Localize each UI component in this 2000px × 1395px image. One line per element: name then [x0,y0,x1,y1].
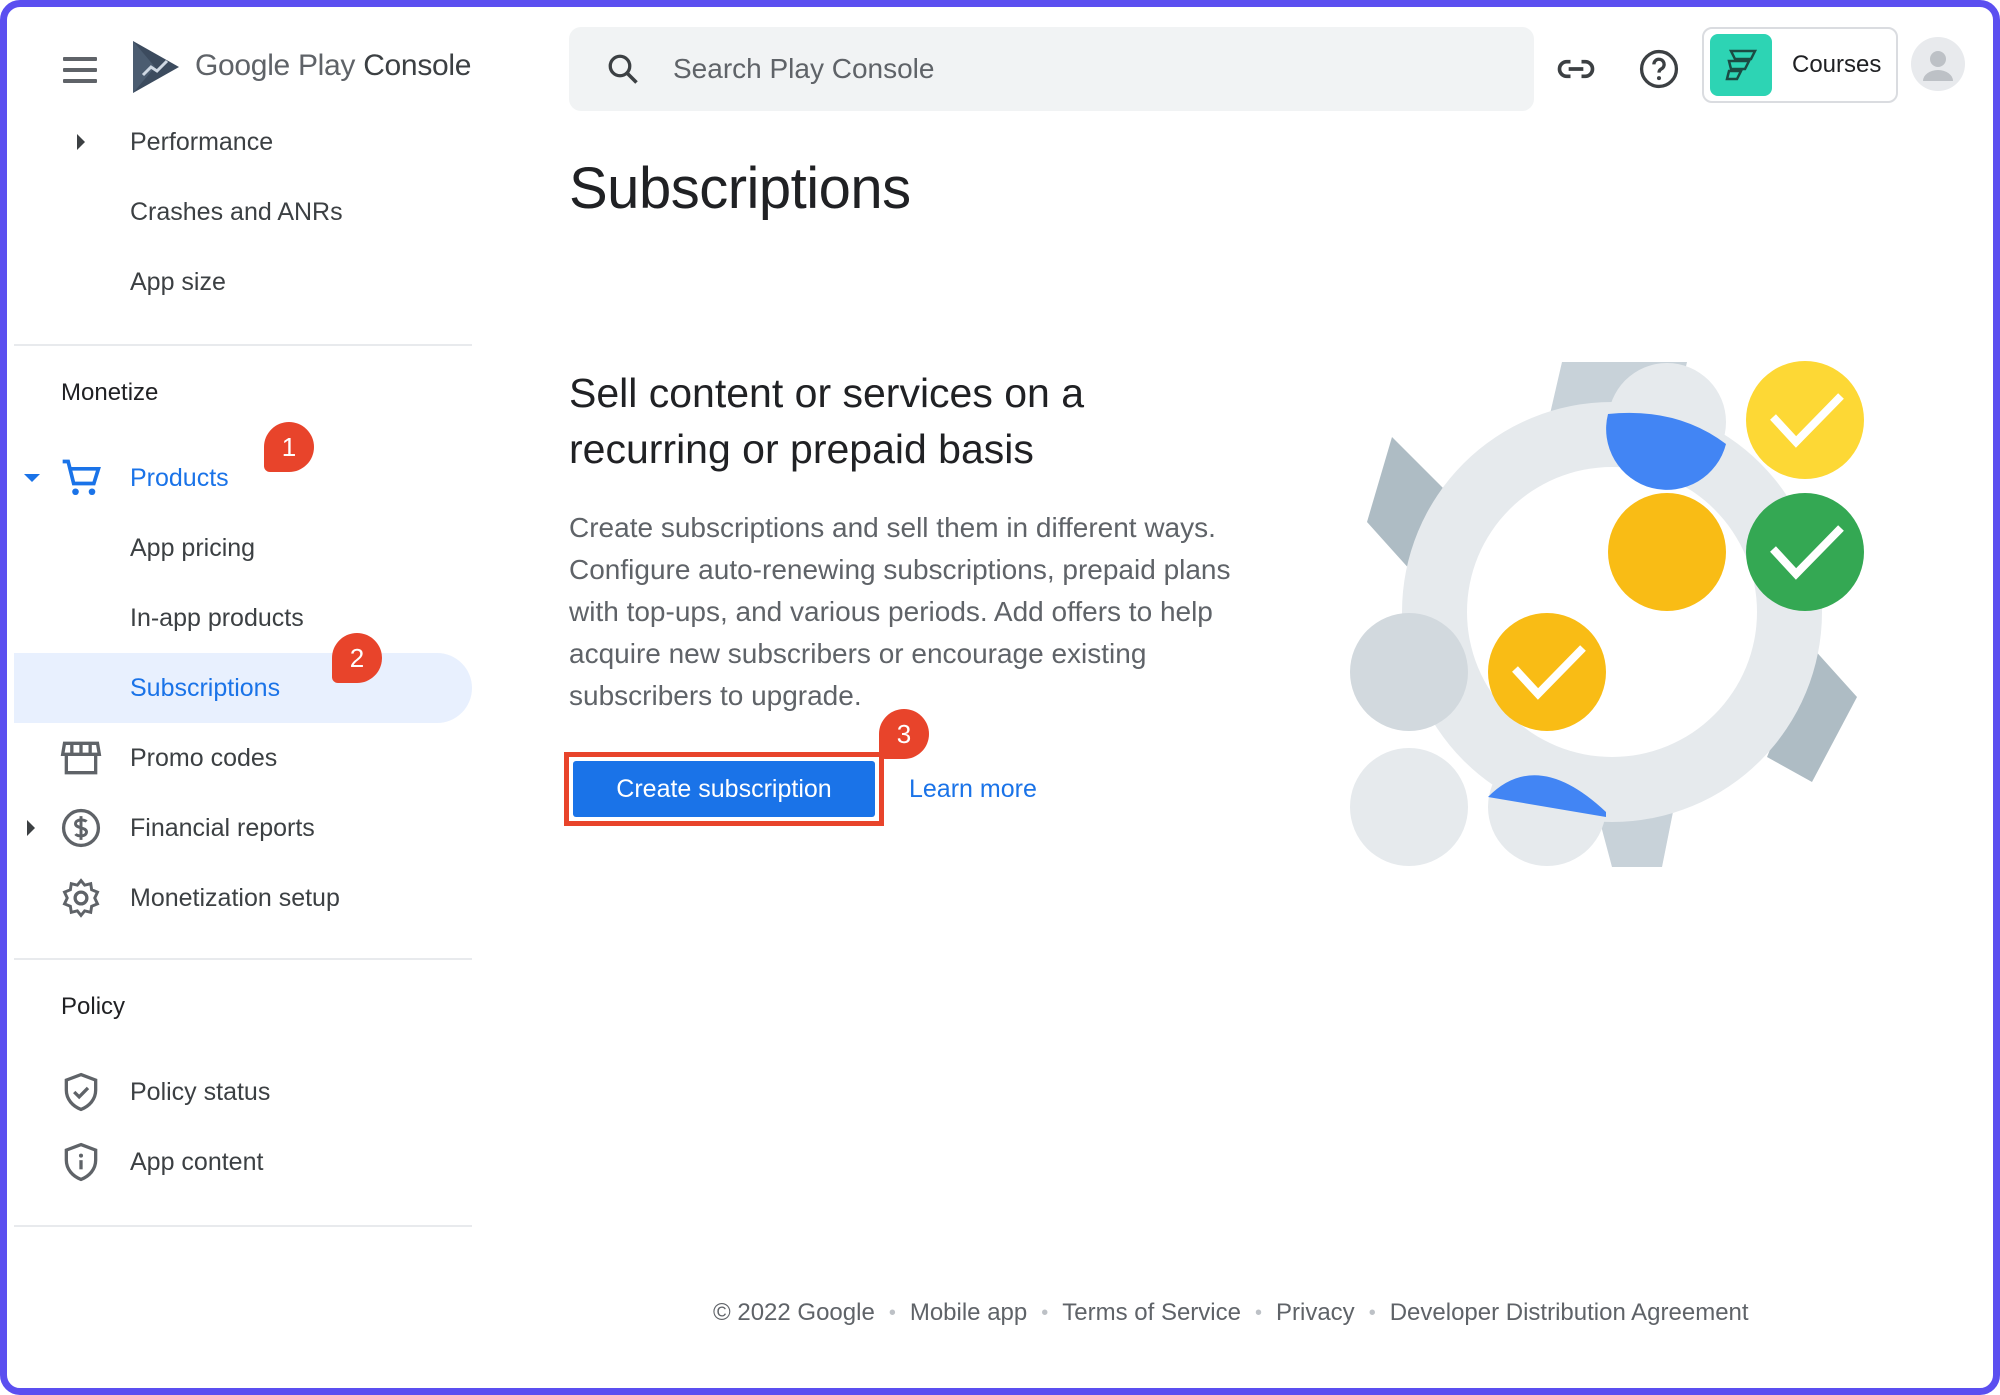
link-icon[interactable] [1554,47,1598,91]
sidebar-item-label: App pricing [130,533,256,562]
section-title-policy: Policy [61,993,126,1020]
account-switcher[interactable]: Courses [1702,27,1898,103]
sidebar-item-label: Policy status [130,1077,271,1106]
shield-info-icon [64,1142,98,1182]
sidebar-item-label: Financial reports [130,813,315,842]
sidebar-item-crashes[interactable]: Crashes and ANRs [7,177,472,247]
search-input[interactable] [671,52,1475,86]
sidebar-item-promo-codes[interactable]: Promo codes [7,723,472,793]
cart-icon [62,459,101,496]
expand-arrow-icon [77,134,85,150]
sidebar-divider [14,1225,472,1227]
sidebar-item-policy-status[interactable]: Policy status [7,1057,472,1127]
sidebar-item-app-pricing[interactable]: App pricing [7,513,472,583]
step-badge-3: 3 [879,709,929,759]
dollar-icon [61,808,101,848]
footer-link-privacy[interactable]: Privacy [1276,1299,1355,1327]
sidebar-item-products[interactable]: Products [7,443,472,513]
sidebar-item-monetization-setup[interactable]: Monetization setup [7,863,472,933]
brand-console: Console [363,49,472,82]
sidebar-item-label: Subscriptions [130,673,281,702]
footer-link-mobile-app[interactable]: Mobile app [910,1299,1027,1327]
footer-link-dda[interactable]: Developer Distribution Agreement [1390,1299,1749,1327]
sidebar-divider [14,344,472,346]
sidebar-item-label: Monetization setup [130,883,340,912]
avatar[interactable] [1911,37,1965,91]
play-console-logo [133,41,179,93]
step-badge-1: 1 [264,422,314,472]
courses-app-icon [1710,34,1772,96]
footer: © 2022 Google • Mobile app • Terms of Se… [713,1299,1749,1327]
sidebar-item-label: Crashes and ANRs [130,197,343,226]
sidebar-item-app-content[interactable]: App content [7,1127,472,1197]
sidebar-item-label: Products [130,463,229,492]
sidebar-item-in-app-products[interactable]: In-app products [7,583,472,653]
footer-separator: • [1041,1301,1049,1324]
learn-more-link[interactable]: Learn more [909,775,1037,804]
sidebar-item-app-size[interactable]: App size [7,247,472,317]
create-subscription-button[interactable]: Create subscription [573,761,875,817]
shield-check-icon [64,1072,98,1112]
sidebar-item-label: App size [130,267,226,296]
empty-state-headline: Sell content or services on a recurring … [569,370,1085,472]
sidebar-item-label: App content [130,1147,264,1176]
subscriptions-illustration [1350,361,1864,867]
search-icon [608,54,638,84]
empty-state-description: Create subscriptions and sell them in di… [569,512,1231,711]
sidebar-item-financial-reports[interactable]: Financial reports [7,793,472,863]
brand-title[interactable]: Google Play Console [195,49,471,83]
sidebar-item-performance[interactable]: Performance [7,107,472,177]
section-title-monetize: Monetize [61,379,159,406]
footer-link-terms[interactable]: Terms of Service [1062,1299,1241,1327]
footer-separator: • [888,1301,896,1324]
footer-separator: • [1368,1301,1376,1324]
page-title: Subscriptions [569,156,911,221]
expand-arrow-icon [27,820,35,836]
app-window: Google Play Console Courses Perfor [0,0,2000,1395]
footer-copyright: © 2022 Google [713,1299,875,1326]
step-badge-2: 2 [332,633,382,683]
search-bar[interactable] [569,27,1534,111]
sidebar-item-subscriptions[interactable]: Subscriptions [7,653,472,723]
sidebar-divider [14,958,472,960]
storefront-icon [60,741,102,775]
collapse-arrow-icon [24,474,40,482]
menu-icon[interactable] [63,57,97,83]
account-name: Courses [1792,51,1882,78]
help-icon[interactable] [1637,47,1681,91]
sidebar-item-label: In-app products [130,603,304,632]
gear-icon [62,878,100,918]
sidebar-item-label: Promo codes [130,743,278,772]
footer-separator: • [1254,1301,1262,1324]
brand-google: Google Play [195,49,356,82]
sidebar-item-label: Performance [130,127,274,156]
